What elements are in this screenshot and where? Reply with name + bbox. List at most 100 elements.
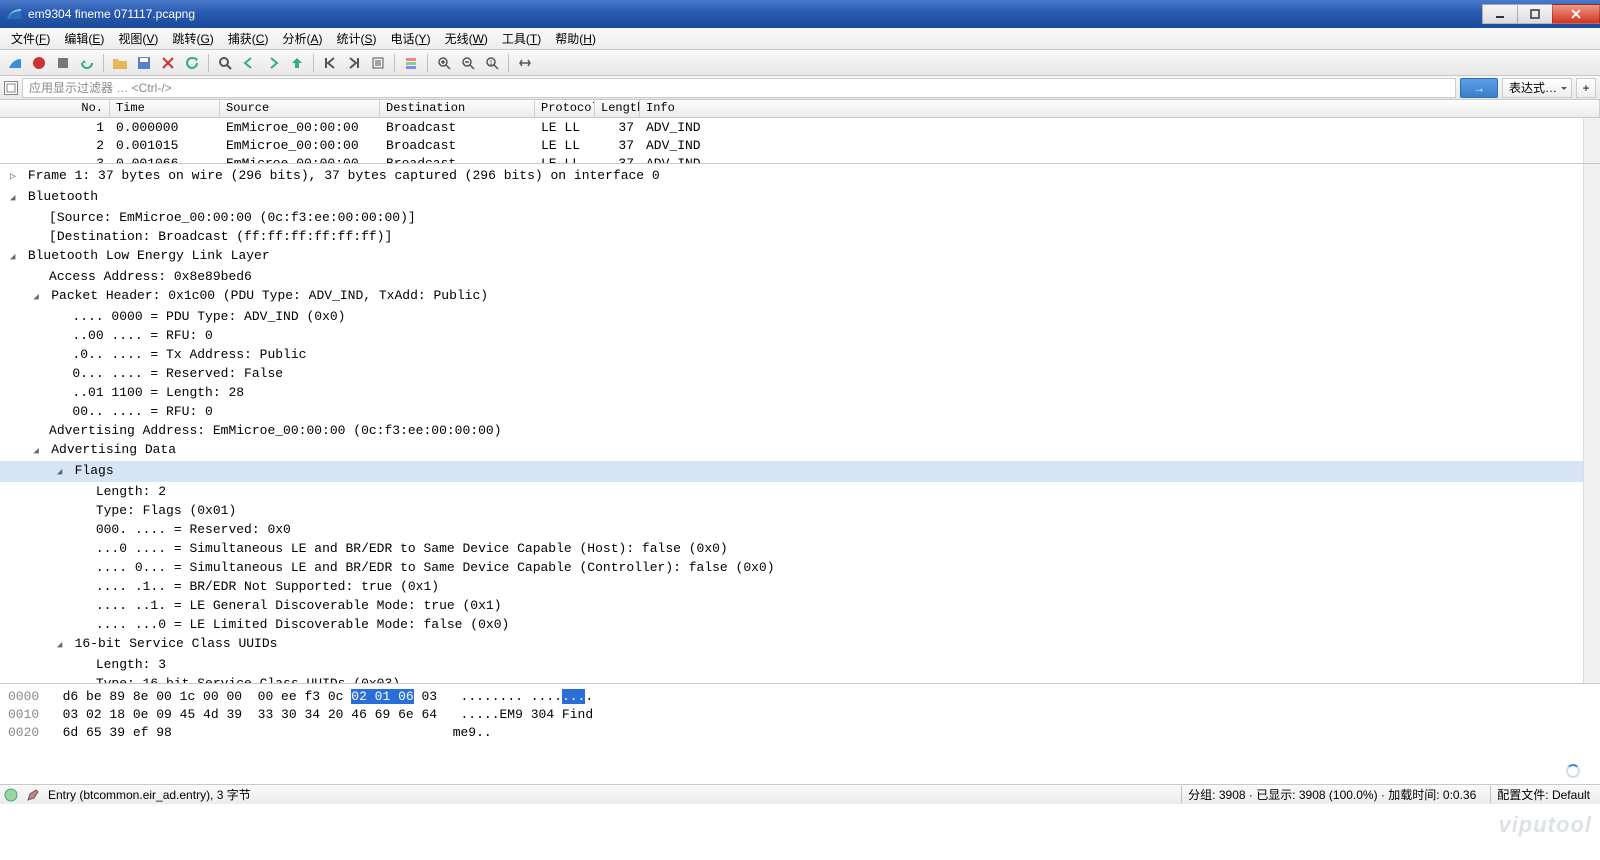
tree-item[interactable]: [Destination: Broadcast (ff:ff:ff:ff:ff:… — [0, 227, 1600, 246]
tree-item[interactable]: .... .1.. = BR/EDR Not Supported: true (… — [0, 577, 1600, 596]
tree-item[interactable]: 000. .... = Reserved: 0x0 — [0, 520, 1600, 539]
status-profile[interactable]: 配置文件: Default — [1490, 786, 1596, 803]
tree-item[interactable]: 16-bit Service Class UUIDs — [0, 634, 1600, 655]
colorize-icon[interactable] — [400, 52, 422, 74]
tree-item[interactable]: .... ..1. = LE General Discoverable Mode… — [0, 596, 1600, 615]
open-icon[interactable] — [109, 52, 131, 74]
tree-item[interactable]: Bluetooth Low Energy Link Layer — [0, 246, 1600, 267]
tree-item[interactable]: [Source: EmMicroe_00:00:00 (0c:f3:ee:00:… — [0, 208, 1600, 227]
tree-item[interactable]: .... 0000 = PDU Type: ADV_IND (0x0) — [0, 307, 1600, 326]
title-bar: em9304 fineme 071117.pcapng — [0, 0, 1600, 28]
resize-columns-icon[interactable] — [514, 52, 536, 74]
window-title: em9304 fineme 071117.pcapng — [28, 7, 195, 21]
display-filter-input[interactable]: 应用显示过滤器 … <Ctrl-/> — [22, 78, 1456, 98]
menu-edit[interactable]: 编辑(E) — [57, 28, 111, 49]
stop-capture-icon[interactable] — [28, 52, 50, 74]
reload-icon[interactable] — [181, 52, 203, 74]
packet-row[interactable]: 30.001066EmMicroe_00:00:00BroadcastLE LL… — [0, 154, 1600, 164]
packet-row[interactable]: 20.001015EmMicroe_00:00:00BroadcastLE LL… — [0, 136, 1600, 154]
menu-wireless[interactable]: 无线(W) — [438, 28, 495, 49]
auto-scroll-icon[interactable] — [367, 52, 389, 74]
svg-text:1: 1 — [489, 60, 493, 67]
expression-button[interactable]: 表达式… — [1502, 78, 1572, 98]
col-protocol[interactable]: Protocol — [535, 100, 595, 117]
menu-analyze[interactable]: 分析(A) — [275, 28, 329, 49]
go-last-icon[interactable] — [343, 52, 365, 74]
packet-row[interactable]: 10.000000EmMicroe_00:00:00BroadcastLE LL… — [0, 118, 1600, 136]
tree-item[interactable]: .0.. .... = Tx Address: Public — [0, 345, 1600, 364]
tree-item[interactable]: Type: 16-bit Service Class UUIDs (0x03) — [0, 674, 1600, 684]
menu-go[interactable]: 跳转(G) — [165, 28, 220, 49]
apply-filter-button[interactable] — [1460, 78, 1498, 98]
watermark: viputool — [1498, 812, 1592, 838]
zoom-in-icon[interactable] — [433, 52, 455, 74]
minimize-button[interactable] — [1482, 4, 1518, 24]
bookmark-filter-icon[interactable] — [4, 81, 18, 95]
close-file-icon[interactable] — [157, 52, 179, 74]
tree-item[interactable]: ...0 .... = Simultaneous LE and BR/EDR t… — [0, 539, 1600, 558]
loading-icon — [1566, 764, 1580, 778]
maximize-button[interactable] — [1517, 4, 1553, 24]
col-info[interactable]: Info — [640, 100, 1600, 117]
start-capture-icon[interactable] — [4, 52, 26, 74]
hex-row[interactable]: 0010 03 02 18 0e 09 45 4d 39 33 30 34 20… — [8, 706, 1592, 724]
hex-row[interactable]: 0020 6d 65 39 ef 98 me9.. — [8, 724, 1592, 742]
tree-item[interactable]: .... ...0 = LE Limited Discoverable Mode… — [0, 615, 1600, 634]
menu-capture[interactable]: 捕获(C) — [221, 28, 276, 49]
col-length[interactable]: Length — [595, 100, 640, 117]
add-filter-button[interactable]: + — [1576, 78, 1596, 98]
edit-icon[interactable] — [26, 788, 40, 802]
scrollbar[interactable] — [1583, 164, 1600, 683]
status-entry: Entry (btcommon.eir_ad.entry), 3 字节 — [48, 786, 251, 803]
wireshark-icon — [6, 6, 22, 22]
menu-stats[interactable]: 统计(S) — [330, 28, 384, 49]
menu-help[interactable]: 帮助(H) — [548, 28, 603, 49]
hex-row[interactable]: 0000 d6 be 89 8e 00 1c 00 00 00 ee f3 0c… — [8, 688, 1592, 706]
tree-item[interactable]: Advertising Address: EmMicroe_00:00:00 (… — [0, 421, 1600, 440]
packet-details[interactable]: Frame 1: 37 bytes on wire (296 bits), 37… — [0, 164, 1600, 684]
col-no[interactable]: No. — [0, 100, 110, 117]
tree-item[interactable]: 00.. .... = RFU: 0 — [0, 402, 1600, 421]
toolbar: 1 — [0, 50, 1600, 76]
tree-item[interactable]: Length: 3 — [0, 655, 1600, 674]
menu-telephony[interactable]: 电话(Y) — [384, 28, 438, 49]
restart-capture-icon[interactable] — [52, 52, 74, 74]
tree-item[interactable]: ..00 .... = RFU: 0 — [0, 326, 1600, 345]
capture-options-icon[interactable] — [76, 52, 98, 74]
tree-item[interactable]: .... 0... = Simultaneous LE and BR/EDR t… — [0, 558, 1600, 577]
tree-item[interactable]: Access Address: 0x8e89bed6 — [0, 267, 1600, 286]
zoom-out-icon[interactable] — [457, 52, 479, 74]
tree-item[interactable]: ..01 1100 = Length: 28 — [0, 383, 1600, 402]
packet-list-header[interactable]: No. Time Source Destination Protocol Len… — [0, 100, 1600, 118]
tree-item[interactable]: Length: 2 — [0, 482, 1600, 501]
packet-list[interactable]: No. Time Source Destination Protocol Len… — [0, 100, 1600, 164]
col-source[interactable]: Source — [220, 100, 380, 117]
col-destination[interactable]: Destination — [380, 100, 535, 117]
go-first-icon[interactable] — [319, 52, 341, 74]
menu-file[interactable]: 文件(F) — [4, 28, 57, 49]
go-back-icon[interactable] — [238, 52, 260, 74]
scrollbar[interactable] — [1583, 118, 1600, 163]
tree-item[interactable]: 0... .... = Reserved: False — [0, 364, 1600, 383]
menu-bar: 文件(F) 编辑(E) 视图(V) 跳转(G) 捕获(C) 分析(A) 统计(S… — [0, 28, 1600, 50]
save-icon[interactable] — [133, 52, 155, 74]
tree-item[interactable]: Packet Header: 0x1c00 (PDU Type: ADV_IND… — [0, 286, 1600, 307]
filter-bar: 应用显示过滤器 … <Ctrl-/> 表达式… + — [0, 76, 1600, 100]
status-packets: 分组: 3908 · 已显示: 3908 (100.0%) · 加载时间: 0:… — [1181, 786, 1482, 803]
zoom-reset-icon[interactable]: 1 — [481, 52, 503, 74]
tree-item[interactable]: Bluetooth — [0, 187, 1600, 208]
close-button[interactable] — [1552, 4, 1600, 24]
find-icon[interactable] — [214, 52, 236, 74]
menu-tools[interactable]: 工具(T) — [495, 28, 548, 49]
tree-item-selected[interactable]: Flags — [0, 461, 1600, 482]
go-to-icon[interactable] — [286, 52, 308, 74]
tree-item[interactable]: Advertising Data — [0, 440, 1600, 461]
packet-bytes[interactable]: 0000 d6 be 89 8e 00 1c 00 00 00 ee f3 0c… — [0, 684, 1600, 784]
tree-item[interactable]: Frame 1: 37 bytes on wire (296 bits), 37… — [0, 166, 1600, 187]
tree-item[interactable]: Type: Flags (0x01) — [0, 501, 1600, 520]
menu-view[interactable]: 视图(V) — [111, 28, 165, 49]
col-time[interactable]: Time — [110, 100, 220, 117]
status-bar: Entry (btcommon.eir_ad.entry), 3 字节 分组: … — [0, 784, 1600, 804]
go-forward-icon[interactable] — [262, 52, 284, 74]
expert-info-icon[interactable] — [4, 788, 18, 802]
